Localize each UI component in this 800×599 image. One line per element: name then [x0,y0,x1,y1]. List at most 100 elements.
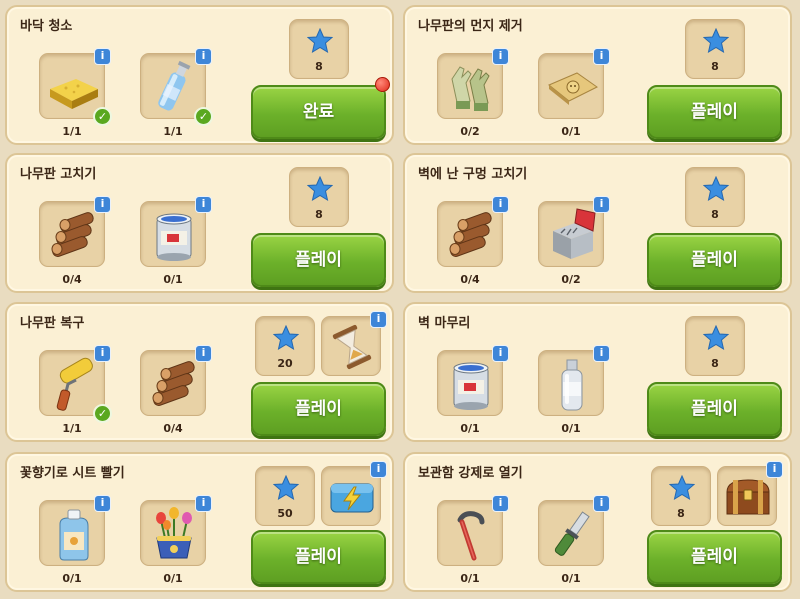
star-icon [669,475,695,501]
item-count: 0/4 [460,273,480,286]
task-title: 보관함 강제로 열기 [418,466,523,481]
info-icon[interactable]: i [94,495,111,512]
info-icon[interactable]: i [593,495,610,512]
spray-bottle-icon [158,60,191,111]
star-reward: 50 [255,466,315,526]
item-slot-logs[interactable]: i [437,196,509,267]
star-icon [273,475,299,501]
info-icon[interactable]: i [593,196,610,213]
sponge-icon [50,79,98,109]
play-button[interactable]: 플레이 [647,530,782,584]
task-card-wall-hole-fix: 벽에 난 구멍 고치기 i 0/4 i 0/2 8 플레이 [403,153,792,293]
star-count: 8 [677,507,685,520]
complete-button[interactable]: 완료 [251,85,386,139]
task-card-sheet-wash: 꽃향기로 시트 빨기 i 0/1 i 0/1 50 i 플레이 [5,452,394,592]
info-icon[interactable]: i [492,345,509,362]
star-icon [703,176,729,202]
info-icon[interactable]: i [195,48,212,65]
info-icon[interactable]: i [94,345,111,362]
task-card-floor-cleaning: 바닥 청소 i ✓ 1/1 i ✓ 1/1 8 완료 [5,5,394,145]
item-count: 0/2 [561,273,581,286]
info-icon[interactable]: i [195,495,212,512]
info-icon[interactable]: i [94,196,111,213]
item-slot-paint-roller[interactable]: i ✓ [39,345,112,423]
item-count: 0/1 [561,125,581,138]
info-icon[interactable]: i [492,196,509,213]
play-button[interactable]: 플레이 [647,85,782,139]
star-count: 20 [277,357,293,370]
item-slot-detergent-bottle[interactable]: i [39,495,111,566]
paint-can-icon [156,213,192,261]
bonus-reward-hourglass[interactable]: i [321,311,387,376]
check-icon: ✓ [93,107,112,126]
item-slot-gloves[interactable]: i [437,48,509,119]
star-reward: 8 [289,19,349,79]
item-slot-sandpaper[interactable]: i [538,48,610,119]
star-count: 8 [711,60,719,73]
star-count: 8 [711,208,719,221]
star-icon [307,176,333,202]
info-icon[interactable]: i [370,461,387,478]
info-icon[interactable]: i [195,196,212,213]
crowbar-icon [457,511,485,561]
info-icon[interactable]: i [766,461,783,478]
task-title: 바닥 청소 [20,19,73,34]
info-icon[interactable]: i [593,48,610,65]
star-reward: 8 [685,167,745,227]
star-reward: 8 [651,466,711,526]
play-button[interactable]: 플레이 [647,233,782,287]
item-slot-knife[interactable]: i [538,495,610,566]
info-icon[interactable]: i [370,311,387,328]
star-count: 8 [315,60,323,73]
play-button[interactable]: 플레이 [647,382,782,436]
sandpaper-icon [548,72,598,105]
lightning-box-icon [330,483,374,513]
bonus-reward-treasure-chest[interactable]: i [717,461,783,526]
item-count: 0/2 [460,125,480,138]
info-icon[interactable]: i [94,48,111,65]
item-slot-paint-can[interactable]: i [140,196,212,267]
task-title: 나무판 복구 [20,316,85,331]
check-icon: ✓ [194,107,213,126]
item-slot-plastic-bottle[interactable]: i [538,345,610,416]
star-reward: 8 [289,167,349,227]
play-button[interactable]: 플레이 [251,233,386,287]
bonus-reward-lightning-box[interactable]: i [321,461,387,526]
star-count: 8 [711,357,719,370]
info-icon[interactable]: i [492,495,509,512]
star-icon [273,325,299,351]
item-slot-logs[interactable]: i [140,345,212,416]
star-reward: 8 [685,19,745,79]
item-slot-crowbar[interactable]: i [437,495,509,566]
detergent-bottle-icon [59,509,89,561]
task-card-wall-finish: 벽 마무리 i 0/1 i 0/1 8 플레이 [403,302,792,442]
knife-icon [554,511,590,556]
info-icon[interactable]: i [492,48,509,65]
info-icon[interactable]: i [195,345,212,362]
item-slot-logs[interactable]: i [39,196,111,267]
item-slot-spray-bottle[interactable]: i ✓ [140,48,213,126]
item-slot-paint-can[interactable]: i [437,345,509,416]
star-reward: 20 [255,316,315,376]
task-title: 벽 마무리 [418,316,471,331]
logs-icon [152,361,195,406]
item-count: 0/1 [163,572,183,585]
task-title: 꽃향기로 시트 빨기 [20,466,125,481]
item-count: 1/1 [62,422,82,435]
item-count: 0/1 [561,572,581,585]
star-icon [703,28,729,54]
item-slot-sponge[interactable]: i ✓ [39,48,112,126]
info-icon[interactable]: i [593,345,610,362]
task-card-board-restore: 나무판 복구 i ✓ 1/1 i 0/4 20 i 플레이 [5,302,394,442]
paint-roller-icon [56,357,93,411]
item-slot-flower-pot[interactable]: i [140,495,212,566]
item-count: 0/4 [163,422,183,435]
item-slot-nails-box[interactable]: i [538,196,610,267]
item-count: 1/1 [163,125,183,138]
item-count: 0/1 [460,422,480,435]
play-button[interactable]: 플레이 [251,382,386,436]
task-title: 나무판 고치기 [20,167,97,182]
notification-dot [375,77,390,92]
play-button[interactable]: 플레이 [251,530,386,584]
plastic-bottle-icon [561,359,583,411]
